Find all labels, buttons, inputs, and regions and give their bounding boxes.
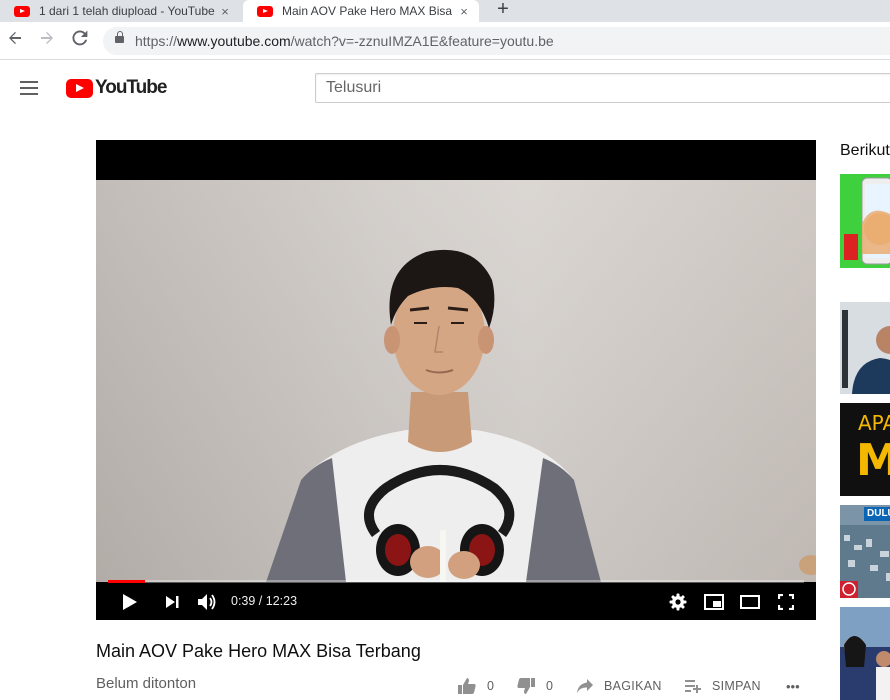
thumbs-up-icon (458, 678, 476, 694)
settings-gear-icon[interactable] (668, 583, 688, 620)
logo-wordmark: YouTube (95, 77, 167, 98)
tab-upload[interactable]: 1 dari 1 telah diupload - YouTube × (0, 0, 240, 22)
url-host: www.youtube.com (177, 33, 291, 49)
youtube-logo[interactable]: YouTube (66, 77, 167, 98)
recommended-thumbnail-5[interactable] (840, 607, 890, 700)
next-video-icon[interactable] (162, 583, 182, 620)
phone-thumbnail-icon (844, 177, 890, 265)
time-display: 0:39 / 12:23 (231, 594, 298, 608)
tab-close-icon[interactable]: × (455, 4, 473, 19)
video-scene (266, 249, 816, 582)
recommended-thumbnail-4[interactable]: DULU (840, 505, 890, 598)
menu-icon[interactable] (20, 81, 40, 95)
player-controls: 0:39 / 12:23 (96, 583, 816, 620)
recommended-thumbnail-1[interactable] (840, 174, 890, 268)
video-title: Main AOV Pake Hero MAX Bisa Terbang (96, 641, 421, 661)
tab-current-video[interactable]: Main AOV Pake Hero MAX Bisa Terbang - Yo… (243, 0, 479, 22)
tab-title: 1 dari 1 telah diupload - YouTube (39, 4, 215, 18)
new-tab-button[interactable]: + (492, 0, 514, 20)
back-arrow-icon[interactable] (5, 30, 25, 50)
url-path: /watch?v=-zznuIMZA1E&feature=youtu.be (290, 33, 554, 49)
view-status: Belum ditonton (96, 675, 197, 692)
share-button[interactable]: BAGIKAN (576, 675, 662, 697)
youtube-favicon-icon (14, 5, 30, 17)
reload-icon[interactable] (70, 30, 90, 50)
tab-title: Main AOV Pake Hero MAX Bisa Terbang - Yo… (282, 4, 455, 18)
playlist-add-icon (685, 680, 701, 693)
fullscreen-icon[interactable] (776, 583, 796, 620)
youtube-play-logo-icon (66, 78, 93, 98)
like-button[interactable]: 0 (457, 675, 494, 697)
search-input[interactable]: Telusuri (315, 73, 890, 103)
save-button[interactable]: SIMPAN (684, 675, 761, 697)
crowd-thumbnail-icon (840, 607, 890, 700)
url-scheme: https:// (135, 33, 178, 49)
dislike-count: 0 (546, 679, 554, 693)
recommended-thumbnail-2[interactable] (840, 302, 890, 394)
forward-arrow-icon[interactable] (37, 30, 57, 50)
youtube-favicon-icon (257, 5, 273, 17)
video-frame[interactable] (96, 180, 816, 582)
thumbnail-text-small: APA (858, 411, 890, 435)
volume-icon[interactable] (196, 583, 218, 620)
tab-strip: 1 dari 1 telah diupload - YouTube × Main… (0, 0, 890, 22)
miniplayer-icon[interactable] (703, 583, 725, 620)
like-count: 0 (487, 679, 495, 693)
up-next-heading: Berikut (840, 142, 890, 159)
thumbnail-text-large: M (856, 435, 890, 486)
dislike-button[interactable]: 0 (516, 675, 553, 697)
share-label: BAGIKAN (604, 679, 662, 693)
address-bar[interactable]: https://www.youtube.com/watch?v=-zznuIMZ… (103, 27, 890, 55)
more-actions-icon[interactable]: ••• (786, 675, 800, 697)
tab-close-icon[interactable]: × (216, 4, 234, 19)
lock-icon (115, 31, 124, 43)
recommended-thumbnail-3[interactable]: APA M (840, 403, 890, 496)
save-label: SIMPAN (712, 679, 761, 693)
youtube-masthead: YouTube Telusuri (0, 60, 890, 116)
thumbnail-badge-text: DULU (864, 507, 890, 521)
thumbs-down-icon (517, 678, 535, 694)
play-icon[interactable] (118, 583, 142, 620)
person-thumbnail-icon (840, 302, 890, 394)
theater-mode-icon[interactable] (739, 583, 761, 620)
video-player[interactable]: 0:39 / 12:23 (96, 140, 816, 620)
share-arrow-icon (577, 679, 593, 693)
browser-toolbar: https://www.youtube.com/watch?v=-zznuIMZ… (0, 22, 890, 60)
